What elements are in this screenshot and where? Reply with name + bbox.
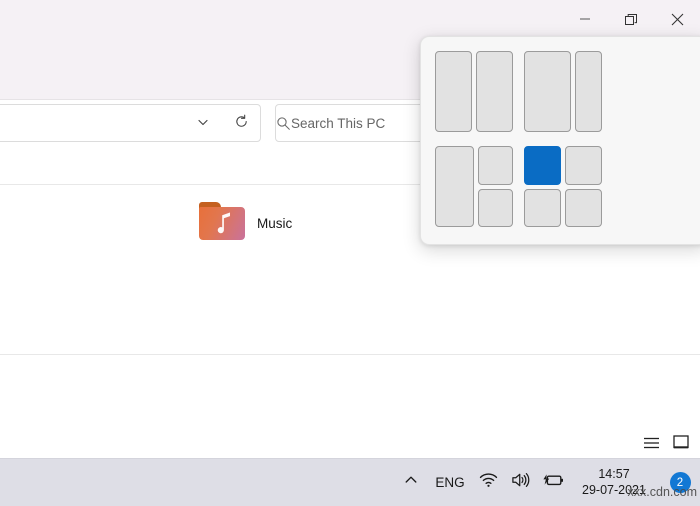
- snap-zone-bottom-right[interactable]: [565, 188, 602, 227]
- taskbar: ENG 14:57 29-07-2021 2: [0, 458, 700, 506]
- snap-layout-four-quadrants[interactable]: [524, 146, 602, 227]
- snap-zone-bottom-left[interactable]: [524, 188, 561, 227]
- snap-zone-left-wide[interactable]: [524, 51, 571, 132]
- address-history-button[interactable]: [184, 105, 222, 141]
- snap-layouts-flyout: [420, 36, 700, 245]
- address-bar[interactable]: [0, 104, 261, 142]
- minimize-button[interactable]: [562, 0, 608, 38]
- large-icons-view-button[interactable]: [670, 433, 692, 455]
- snap-layouts-row: [435, 51, 700, 132]
- system-tray: ENG 14:57 29-07-2021 2: [394, 459, 700, 506]
- notification-center-button[interactable]: 2: [660, 459, 700, 506]
- status-bar: [0, 354, 700, 459]
- snap-zone-left[interactable]: [435, 146, 474, 227]
- close-button[interactable]: [654, 0, 700, 38]
- snap-zone-left[interactable]: [435, 51, 472, 132]
- snap-zone-right-bottom[interactable]: [478, 188, 513, 227]
- snap-layouts-row: [435, 132, 700, 227]
- snap-zone-top-right[interactable]: [565, 146, 602, 185]
- details-view-button[interactable]: [640, 433, 662, 455]
- snap-zone-right[interactable]: [476, 51, 513, 132]
- restore-button[interactable]: [608, 0, 654, 38]
- window-controls: [562, 0, 700, 38]
- snap-layout-left-plus-stacked-right[interactable]: [435, 146, 513, 227]
- chevron-down-icon: [196, 115, 210, 132]
- wifi-icon: [479, 472, 498, 493]
- music-folder-icon: [197, 202, 247, 244]
- battery-charging-icon: [542, 472, 564, 493]
- minimize-icon: [579, 13, 591, 25]
- snap-zone-right-narrow[interactable]: [575, 51, 602, 132]
- snap-layout-two-equal[interactable]: [435, 51, 513, 132]
- search-icon: [276, 105, 291, 141]
- wifi-button[interactable]: [472, 459, 504, 506]
- refresh-icon: [234, 114, 249, 132]
- language-indicator[interactable]: ENG: [428, 459, 472, 506]
- close-icon: [671, 13, 684, 26]
- volume-icon: [511, 472, 530, 493]
- snap-layout-wide-left[interactable]: [524, 51, 602, 132]
- chevron-up-icon: [403, 472, 419, 493]
- volume-button[interactable]: [504, 459, 536, 506]
- snap-zone-top-left[interactable]: [524, 146, 561, 185]
- snap-zone-right-top[interactable]: [478, 146, 513, 185]
- show-hidden-icons-button[interactable]: [394, 459, 428, 506]
- grid-view-icon: [673, 435, 689, 453]
- list-item-label: Music: [257, 215, 293, 231]
- clock-time: 14:57: [598, 466, 630, 481]
- view-buttons: [640, 433, 692, 455]
- language-label: ENG: [435, 475, 465, 490]
- clock[interactable]: 14:57 29-07-2021: [570, 459, 658, 506]
- battery-button[interactable]: [536, 459, 570, 506]
- list-view-icon: [643, 436, 660, 453]
- clock-date: 29-07-2021: [582, 482, 646, 497]
- refresh-button[interactable]: [222, 105, 260, 141]
- list-item[interactable]: Music: [197, 202, 292, 244]
- restore-icon: [624, 13, 638, 26]
- notification-badge: 2: [669, 472, 691, 493]
